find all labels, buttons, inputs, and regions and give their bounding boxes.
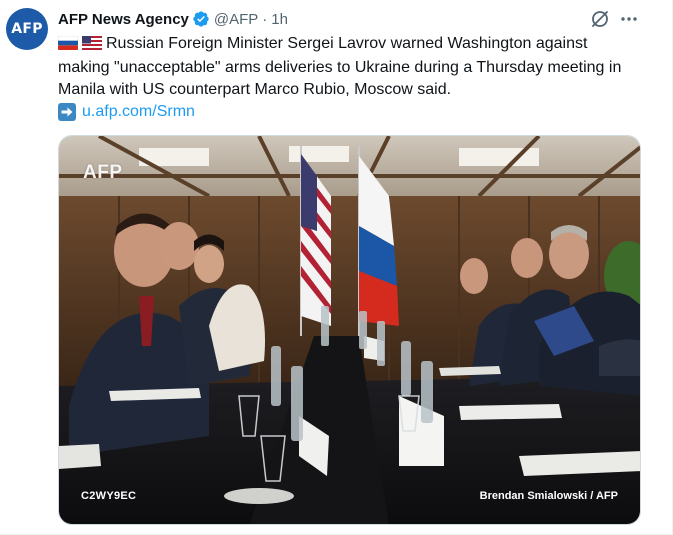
tweet-body: Russian Foreign Minister Sergei Lavrov w… (58, 35, 622, 98)
article-link[interactable]: u.afp.com/Srmn (82, 101, 195, 123)
verified-badge-icon[interactable] (192, 10, 210, 28)
author-handle[interactable]: @AFP (214, 11, 258, 28)
tweet-photo[interactable]: AFP C2WY9EC Brendan Smialowski / AFP (58, 135, 641, 525)
photo-credit: Brendan Smialowski / AFP (479, 490, 618, 502)
author-name[interactable]: AFP News Agency (58, 11, 189, 28)
tweet-header: AFP News Agency @AFP · 1h (58, 8, 288, 30)
photo-id: C2WY9EC (81, 490, 137, 502)
grok-icon[interactable] (589, 8, 611, 30)
usa-flag-icon (82, 35, 102, 57)
header-separator: · (262, 10, 268, 28)
afp-watermark: AFP (83, 162, 123, 183)
tweet-text: Russian Foreign Minister Sergei Lavrov w… (57, 33, 643, 123)
tweet[interactable]: AFP AFP News Agency @AFP · 1h Russian Fo… (0, 0, 673, 535)
avatar[interactable]: AFP (6, 8, 48, 50)
right-arrow-icon (58, 103, 76, 121)
more-options-icon[interactable] (618, 8, 640, 30)
russia-flag-icon (57, 35, 79, 57)
link-line: u.afp.com/Srmn (58, 101, 643, 123)
tweet-time[interactable]: 1h (271, 11, 288, 28)
meeting-photo (59, 136, 640, 524)
